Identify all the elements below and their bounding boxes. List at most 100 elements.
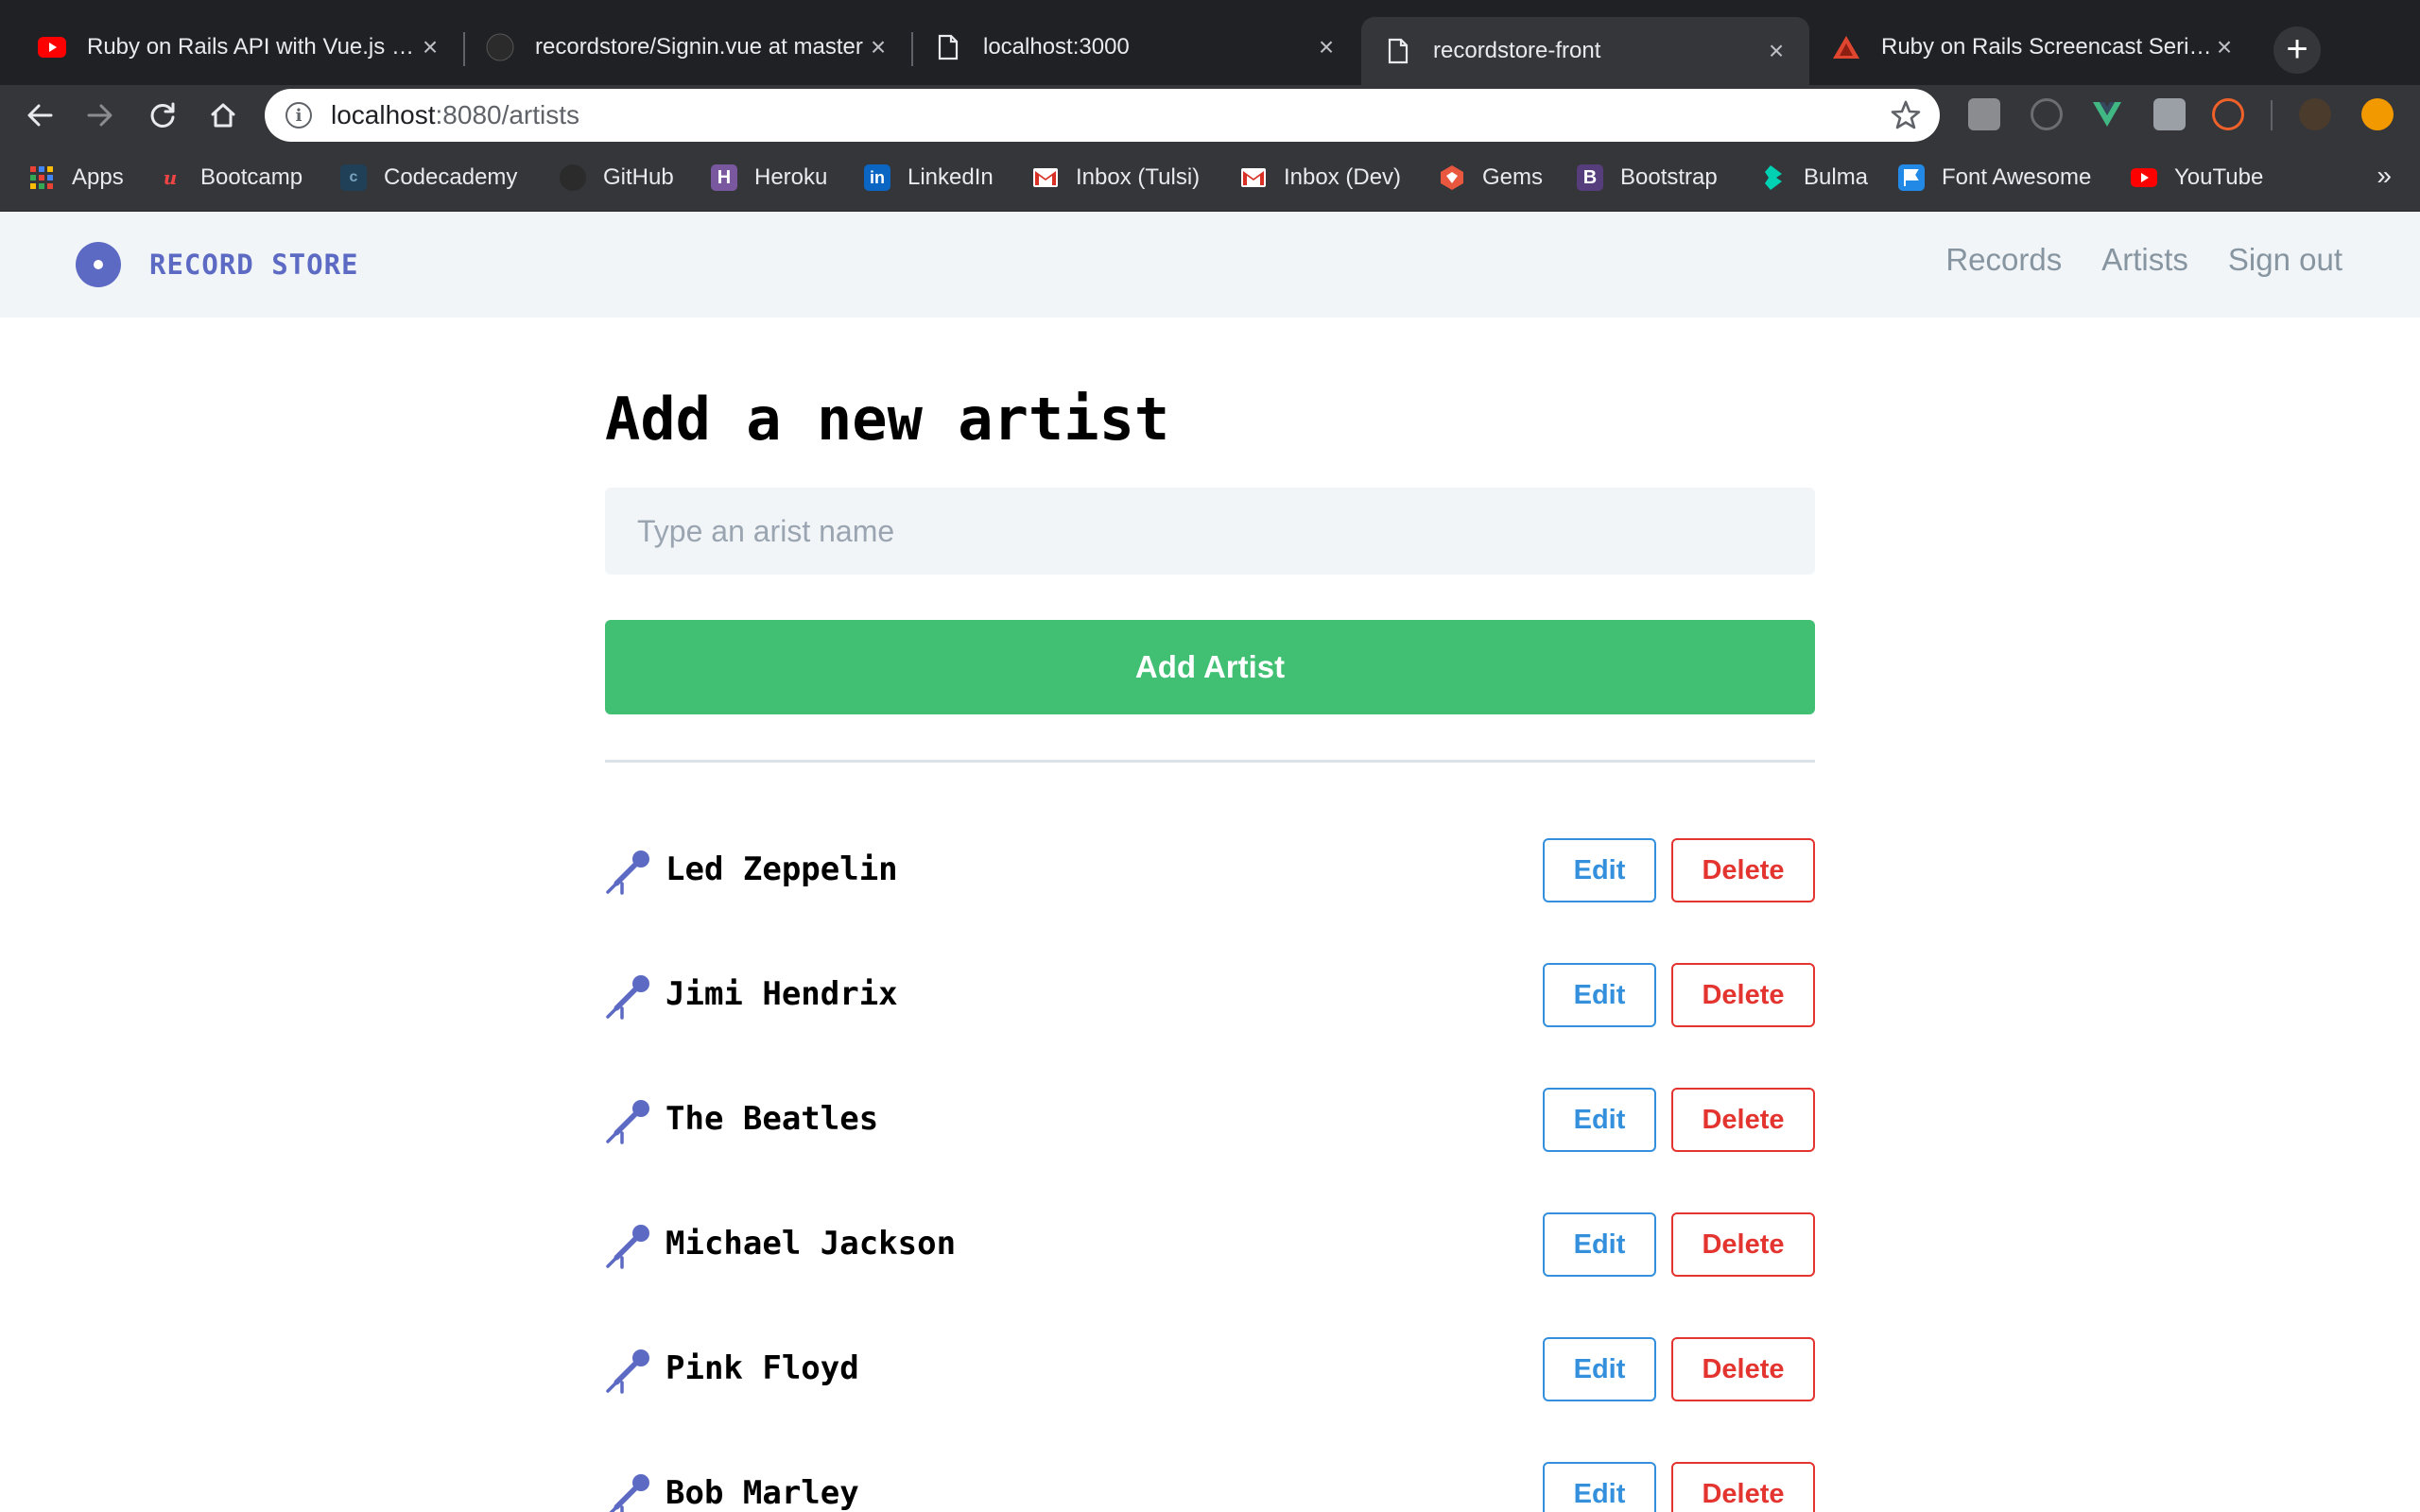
nav-link-records[interactable]: Records <box>1945 242 2062 278</box>
microphone-icon <box>605 848 652 895</box>
delete-button[interactable]: Delete <box>1671 1212 1815 1277</box>
artist-list-item: Pink Floyd Edit Delete <box>605 1337 1815 1462</box>
edit-button[interactable]: Edit <box>1543 1088 1656 1152</box>
tab-title: Ruby on Rails API with Vue.js - YouTube <box>87 34 418 60</box>
extension-sync-icon[interactable] <box>2031 98 2063 130</box>
bookmark-youtube[interactable]: YouTube <box>2131 161 2263 195</box>
artist-list-item: The Beatles Edit Delete <box>605 1088 1815 1212</box>
browser-tab[interactable]: Ruby on Rails API with Vue.js - YouTube … <box>15 17 463 77</box>
delete-button[interactable]: Delete <box>1671 838 1815 902</box>
browser-tab[interactable]: localhost:3000 × <box>911 17 1359 77</box>
bookmark-inbox-tulsi[interactable]: Inbox (Tulsi) <box>1032 161 1200 195</box>
browser-tab-active[interactable]: recordstore-front × <box>1361 17 1809 85</box>
record-disc-icon <box>76 242 121 287</box>
codecademy-icon: c <box>340 164 367 191</box>
bookmark-bulma[interactable]: Bulma <box>1760 161 1868 195</box>
bookmark-label: YouTube <box>2174 164 2264 190</box>
close-icon[interactable]: × <box>2212 34 2237 60</box>
bookmark-inbox-dev[interactable]: Inbox (Dev) <box>1240 161 1401 195</box>
nav-link-sign-out[interactable]: Sign out <box>2228 242 2342 278</box>
font-awesome-flag-icon <box>1898 164 1925 191</box>
linkedin-icon: in <box>864 164 890 191</box>
extension-icon[interactable] <box>1968 98 2000 130</box>
artist-list-item: Bob Marley Edit Delete <box>605 1462 1815 1512</box>
update-icon[interactable] <box>2361 98 2394 130</box>
artist-name: Michael Jackson <box>666 1225 957 1263</box>
bulma-icon <box>1760 164 1787 191</box>
heroku-icon: H <box>711 164 737 191</box>
microphone-icon <box>605 1347 652 1394</box>
browser-tab[interactable]: Ruby on Rails Screencast Series × <box>1809 17 2257 77</box>
vue-devtools-icon[interactable] <box>2091 98 2123 130</box>
url-path: :8080/artists <box>435 100 580 129</box>
artist-name: The Beatles <box>666 1100 879 1138</box>
delete-button[interactable]: Delete <box>1671 1337 1815 1401</box>
bookmarks-bar: Apps u Bootcamp c Codecademy GitHub H He… <box>0 144 2420 212</box>
bookmark-bootstrap[interactable]: B Bootstrap <box>1577 161 1718 195</box>
bookmark-apps[interactable]: Apps <box>28 161 124 195</box>
delete-button[interactable]: Delete <box>1671 963 1815 1027</box>
reload-button[interactable] <box>142 94 183 136</box>
delete-button[interactable]: Delete <box>1671 1462 1815 1512</box>
artist-name: Bob Marley <box>666 1474 859 1512</box>
edit-button[interactable]: Edit <box>1543 1212 1656 1277</box>
bookmark-linkedin[interactable]: in LinkedIn <box>864 161 994 195</box>
gmail-icon <box>1240 164 1267 191</box>
tab-title: Ruby on Rails Screencast Series <box>1881 34 2212 60</box>
browser-tab-strip: Ruby on Rails API with Vue.js - YouTube … <box>0 0 2420 85</box>
bookmark-bootcamp[interactable]: u Bootcamp <box>157 161 302 195</box>
artist-name-input[interactable] <box>605 488 1815 575</box>
forward-button[interactable] <box>79 94 121 136</box>
edit-button[interactable]: Edit <box>1543 838 1656 902</box>
bookmark-label: LinkedIn <box>908 164 994 190</box>
reload-icon <box>150 102 175 128</box>
browser-toolbar: i localhost:8080/artists <box>0 85 2420 144</box>
bookmark-label: Inbox (Dev) <box>1284 164 1402 190</box>
tab-title: recordstore/Signin.vue at master <box>535 34 863 60</box>
home-button[interactable] <box>202 94 244 136</box>
gmail-icon <box>1032 164 1059 191</box>
extension-up-icon[interactable] <box>2153 98 2186 130</box>
github-icon <box>486 33 514 61</box>
nav-link-artists[interactable]: Artists <box>2101 242 2188 278</box>
bookmark-label: Apps <box>72 164 124 190</box>
close-icon[interactable]: × <box>1314 34 1339 60</box>
microphone-icon <box>605 1471 652 1512</box>
nav-links: Records Artists Sign out <box>1945 242 2342 278</box>
bootcamp-icon: u <box>163 166 178 189</box>
brand-link[interactable]: RECORD STORE <box>76 242 359 287</box>
arrow-right-icon <box>87 104 112 127</box>
bookmark-label: Gems <box>1482 164 1544 190</box>
bookmarks-overflow-button[interactable]: » <box>2377 161 2392 191</box>
close-icon[interactable]: × <box>866 34 890 60</box>
new-tab-button[interactable]: + <box>2273 26 2321 74</box>
bookmark-codecademy[interactable]: c Codecademy <box>340 161 517 195</box>
bookmark-github[interactable]: GitHub <box>560 161 674 195</box>
edit-button[interactable]: Edit <box>1543 1462 1656 1512</box>
bookmark-star-icon[interactable] <box>1889 98 1923 132</box>
bookmark-font-awesome[interactable]: Font Awesome <box>1898 161 2091 195</box>
app-navbar: RECORD STORE Records Artists Sign out <box>0 212 2420 318</box>
delete-button[interactable]: Delete <box>1671 1088 1815 1152</box>
back-button[interactable] <box>19 94 60 136</box>
bookmark-label: Heroku <box>754 164 828 190</box>
artist-name: Led Zeppelin <box>666 850 898 888</box>
edit-button[interactable]: Edit <box>1543 1337 1656 1401</box>
add-artist-button[interactable]: Add Artist <box>605 620 1815 714</box>
brand-name: RECORD STORE <box>149 249 359 281</box>
triangle-logo-icon <box>1832 33 1860 61</box>
artist-list: Led Zeppelin Edit Delete Jimi Hendrix Ed… <box>605 838 1815 1512</box>
profile-avatar[interactable] <box>2299 98 2331 130</box>
close-icon[interactable]: × <box>1764 38 1789 64</box>
info-icon[interactable]: i <box>285 102 312 129</box>
bookmark-heroku[interactable]: H Heroku <box>711 161 827 195</box>
browser-tab[interactable]: recordstore/Signin.vue at master × <box>463 17 911 77</box>
bookmark-label: Inbox (Tulsi) <box>1076 164 1201 190</box>
bookmark-gems[interactable]: Gems <box>1439 161 1543 195</box>
close-icon[interactable]: × <box>418 34 442 60</box>
page-viewport: RECORD STORE Records Artists Sign out Ad… <box>0 212 2420 1512</box>
edit-button[interactable]: Edit <box>1543 963 1656 1027</box>
bookmark-label: GitHub <box>603 164 674 190</box>
extension-orange-icon[interactable] <box>2212 98 2244 130</box>
address-bar[interactable]: i localhost:8080/artists <box>265 89 1940 142</box>
